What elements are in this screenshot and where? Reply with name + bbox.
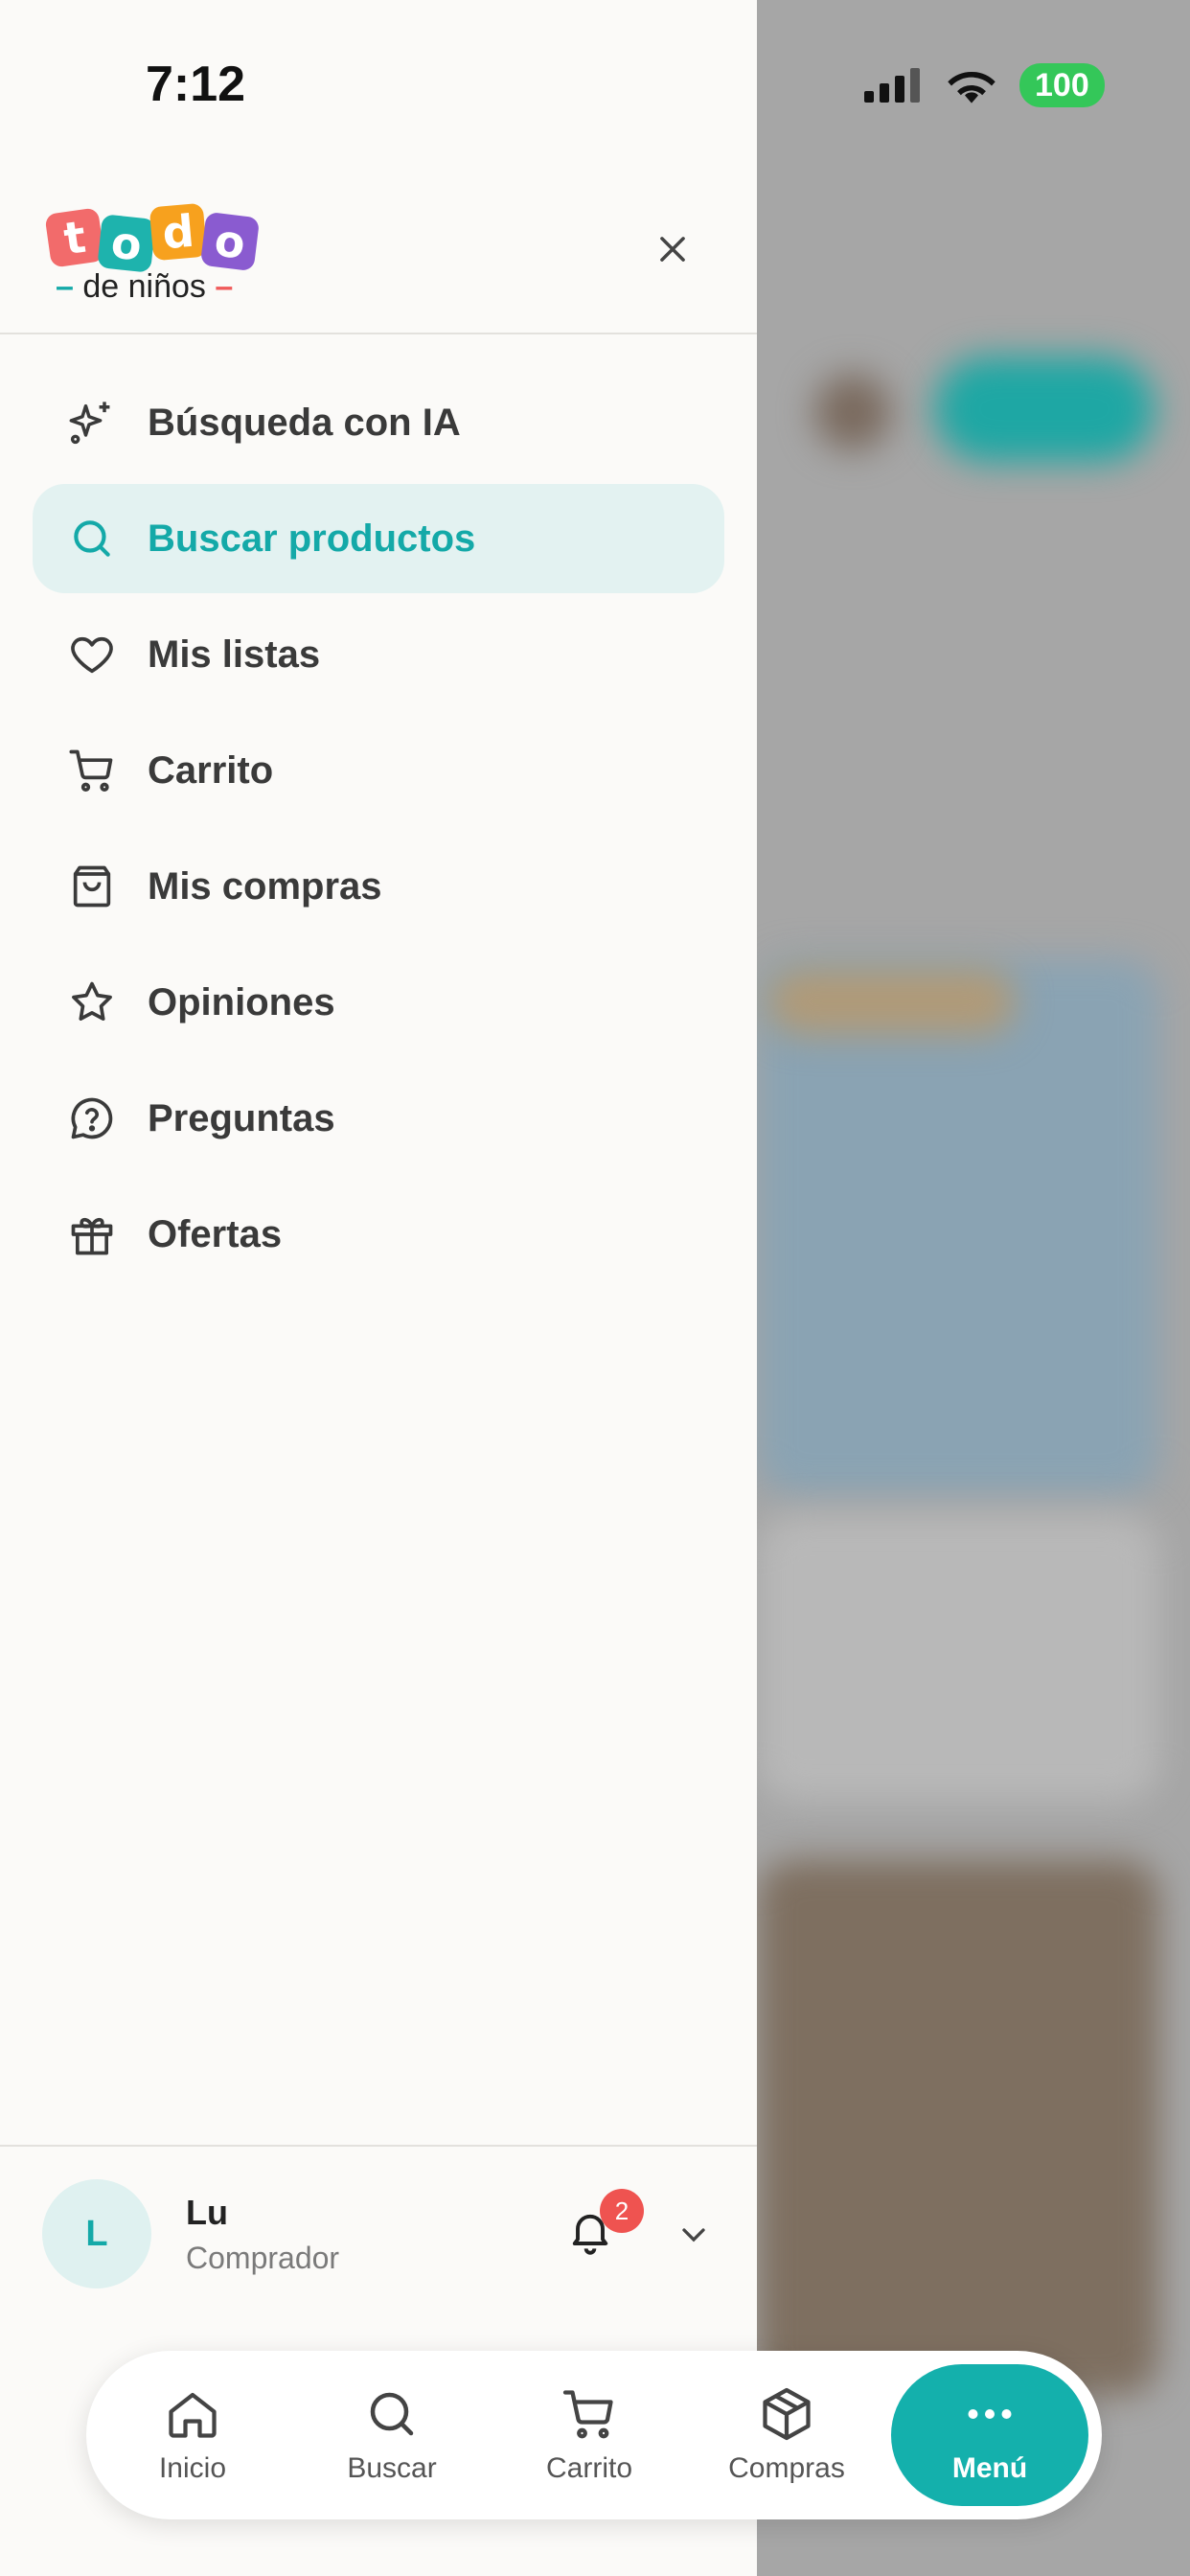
menu-item-my-lists[interactable]: Mis listas [33,600,724,709]
tab-label: Inicio [158,2452,227,2484]
tab-label: Compras [728,2452,845,2484]
background-image-top [767,968,1016,1035]
cart-icon [562,2390,613,2439]
cart-icon [65,744,119,797]
side-drawer: 7:12 t o d o – de niños – Búsqueda con I… [0,0,757,2576]
menu-item-reviews[interactable]: Opiniones [33,948,724,1057]
search-icon [65,512,119,565]
user-role: Comprador [186,2240,340,2275]
heart-icon [65,628,119,681]
logo-subtitle: – de niños – [56,268,234,305]
sparkles-icon [65,396,119,449]
logo-subtitle-text: de niños [82,268,206,305]
question-bubble-icon [65,1092,119,1145]
menu-item-label: Buscar productos [148,517,476,560]
background-avatar [814,374,891,450]
tab-label: Carrito [545,2452,632,2484]
menu-item-label: Preguntas [148,1096,335,1139]
battery-indicator: 100 [1019,63,1105,107]
drawer-footer-divider [0,2145,757,2147]
shopping-bag-icon [65,860,119,913]
user-info: Lu Comprador [186,2193,339,2276]
tab-label: Menú [951,2452,1028,2484]
tab-home[interactable]: Inicio [102,2351,284,2519]
gift-icon [65,1208,119,1261]
chevron-down-icon [682,2228,705,2242]
menu-item-label: Mis compras [148,864,382,908]
notification-count-badge: 2 [600,2189,644,2233]
avatar[interactable]: L [42,2179,151,2288]
home-icon [169,2392,217,2438]
background-image-2 [757,1859,1159,2396]
background-card [757,1514,1159,1802]
menu-item-search-products[interactable]: Buscar productos [33,484,724,593]
account-expand-button[interactable] [675,2216,717,2258]
user-name: Lu [186,2192,228,2232]
background-button [934,356,1155,462]
status-bar-icons: 100 [862,63,1105,107]
more-dots-icon [968,2409,1012,2419]
menu-item-my-purchases[interactable]: Mis compras [33,832,724,941]
search-icon [370,2392,414,2436]
tab-cart[interactable]: Carrito [498,2351,680,2519]
drawer-menu: Búsqueda con IA Buscar productos Mis lis… [33,368,724,1296]
menu-item-offers[interactable]: Ofertas [33,1180,724,1289]
menu-item-label: Carrito [148,748,274,792]
tab-purchases[interactable]: Compras [696,2351,878,2519]
menu-item-label: Opiniones [148,980,335,1024]
status-time: 7:12 [146,57,246,112]
logo-letter-o2: o [199,211,261,272]
signal-icon [864,68,920,103]
background-image-1 [757,958,1159,1495]
menu-item-label: Búsqueda con IA [148,401,461,444]
menu-item-label: Mis listas [148,632,321,676]
close-drawer-button[interactable] [648,224,698,274]
brand-logo[interactable]: t o d o – de niños – [42,199,263,305]
tab-menu[interactable]: Menú [891,2364,1088,2506]
menu-item-questions[interactable]: Preguntas [33,1064,724,1173]
menu-item-label: Ofertas [148,1212,283,1255]
wifi-icon [948,72,995,104]
menu-item-cart[interactable]: Carrito [33,716,724,825]
close-icon [660,237,685,262]
drawer-header-divider [0,333,757,334]
logo-letter-t: t [44,207,105,268]
star-icon [65,976,119,1029]
logo-letter-o1: o [97,214,156,273]
user-profile-row[interactable]: L Lu Comprador 2 [42,2179,713,2288]
logo-letter-d: d [149,202,208,262]
menu-item-ai-search[interactable]: Búsqueda con IA [33,368,724,477]
bottom-tab-bar: Inicio Buscar Carrito Compras Menú [86,2351,1102,2519]
tab-label: Buscar [347,2452,437,2484]
tab-search[interactable]: Buscar [301,2351,483,2519]
package-icon [763,2387,811,2441]
